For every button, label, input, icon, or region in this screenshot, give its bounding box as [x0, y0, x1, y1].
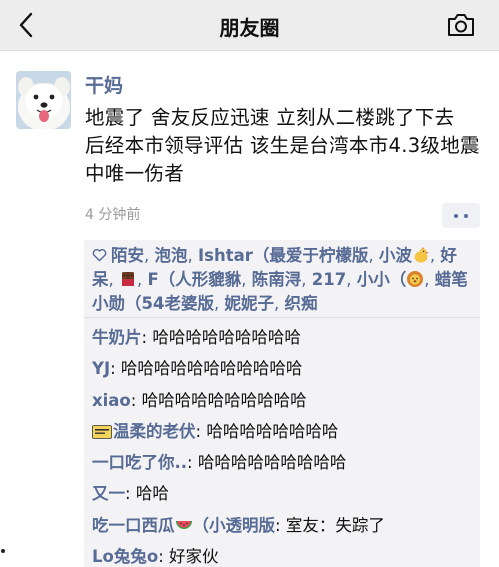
comment-text: 哈哈哈哈哈哈哈哈哈哈哈: [120, 359, 303, 379]
samoyed-dog-avatar-icon: [16, 71, 71, 129]
post-author-name[interactable]: 干妈: [85, 71, 123, 98]
heart-icon: [92, 249, 107, 262]
top-bar: 朋友圈: [0, 0, 499, 51]
comment-row[interactable]: Lo兔兔o: 好家伙: [92, 541, 480, 567]
likes-divider: [84, 317, 480, 318]
commenter-name[interactable]: 牛奶片: [92, 328, 142, 347]
interaction-panel: 陌安, 泡泡, Ishtar（最爱于柠檬版, 小波 , 好呆, , F（人形貔貅…: [84, 240, 480, 567]
camera-icon[interactable]: [446, 12, 476, 38]
comment-text: 室友：失踪了: [285, 515, 385, 535]
scroll-dot-indicator: [1, 549, 5, 553]
likes-list: 陌安, 泡泡, Ishtar（最爱于柠檬版, 小波 , 好呆, , F（人形貔貅…: [92, 246, 468, 313]
commenter-name[interactable]: 吃一口西瓜: [92, 516, 175, 535]
comment-text: 哈哈哈哈哈哈哈哈哈: [152, 328, 301, 347]
like-name[interactable]: 217: [312, 270, 346, 289]
comment-row[interactable]: 又一: 哈哈: [92, 478, 480, 509]
comment-row[interactable]: 一口吃了你..: 哈哈哈哈哈哈哈哈哈: [92, 447, 480, 478]
post-text: 地震了 舍友反应迅速 立刻从二楼跳了下去 后经本市领导评估 该生是台湾本市4.3…: [85, 106, 480, 185]
like-name[interactable]: F（人形貔貅: [148, 270, 242, 289]
dot-icon: [454, 214, 458, 218]
moments-screen: 朋友圈 干妈 地震了 舍友反应迅速 立刻从二楼跳了下去 后经本市领导评估 该生是…: [0, 0, 499, 567]
commenter-name[interactable]: 温柔的老伏: [113, 422, 196, 441]
like-name[interactable]: 陌安: [111, 246, 144, 265]
chick-emoji-icon: [414, 247, 429, 263]
lion-emoji-icon: [407, 271, 424, 287]
commenter-name[interactable]: Lo兔兔o: [92, 547, 158, 566]
comment-text: 哈哈: [135, 484, 169, 504]
commenter-name-suffix[interactable]: （小透明版: [193, 516, 276, 535]
comment-row[interactable]: YJ: 哈哈哈哈哈哈哈哈哈哈哈: [92, 353, 480, 384]
like-name[interactable]: 小小（: [357, 270, 407, 289]
card-emoji-icon: [92, 424, 112, 439]
like-name[interactable]: 织痴: [284, 294, 317, 313]
commenter-name[interactable]: YJ: [92, 359, 110, 378]
commenter-name[interactable]: 一口吃了你..: [92, 453, 187, 472]
comment-text: 好家伙: [169, 547, 219, 567]
avatar[interactable]: [16, 71, 71, 129]
comment-text: 哈哈哈哈哈哈哈哈哈哈: [141, 390, 307, 410]
like-name[interactable]: 泡泡: [155, 246, 188, 265]
comment-row[interactable]: 吃一口西瓜 （小透明版: 室友：失踪了: [92, 510, 480, 541]
comment-list: 牛奶片: 哈哈哈哈哈哈哈哈哈 YJ: 哈哈哈哈哈哈哈哈哈哈哈 xiao: 哈哈哈…: [92, 322, 480, 567]
like-name[interactable]: 妮妮子: [224, 294, 274, 313]
comment-row[interactable]: 温柔的老伏: 哈哈哈哈哈哈哈哈: [92, 416, 480, 447]
watermelon-emoji-icon: [175, 520, 192, 529]
comment-row[interactable]: xiao: 哈哈哈哈哈哈哈哈哈哈: [92, 385, 480, 416]
comment-text: 哈哈哈哈哈哈哈哈哈: [197, 453, 347, 473]
like-name[interactable]: Ishtar（最爱于柠檬版: [198, 246, 368, 265]
post-timestamp: 4 分钟前: [85, 207, 141, 223]
like-name[interactable]: 陈南浔: [252, 270, 302, 289]
chocolate-emoji-icon: [122, 272, 134, 286]
commenter-name[interactable]: 又一: [92, 484, 125, 503]
comment-text: 哈哈哈哈哈哈哈哈: [206, 421, 339, 441]
commenter-name[interactable]: xiao: [92, 391, 131, 410]
dot-icon: [464, 214, 468, 218]
comment-row[interactable]: 牛奶片: 哈哈哈哈哈哈哈哈哈: [92, 322, 480, 353]
like-name[interactable]: 小波: [379, 246, 412, 265]
more-actions-button[interactable]: [442, 203, 480, 228]
page-title: 朋友圈: [219, 16, 280, 40]
